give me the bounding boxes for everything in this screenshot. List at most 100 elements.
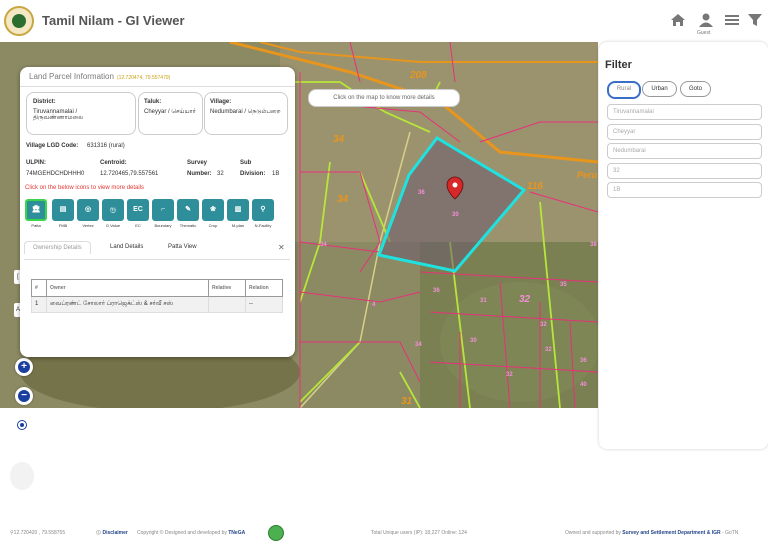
boundary-icon[interactable]: ⌐ <box>152 199 174 221</box>
lgd-label: Village LGD Code: <box>26 143 79 149</box>
vertex-icon[interactable]: ◎ <box>77 199 99 221</box>
goto-toggle[interactable]: Goto <box>680 81 711 97</box>
my-location-icon[interactable] <box>17 420 27 430</box>
map-hint: Click on the map to know more details <box>308 89 460 107</box>
table-header: Relative <box>208 279 246 297</box>
parcel-label: 36 <box>433 288 440 294</box>
survey-label: Survey <box>187 160 208 166</box>
road-label: 32 <box>519 294 531 305</box>
footer-disclaimer[interactable]: 🛈 Disclaimer <box>96 530 128 538</box>
parcel-label: 40 <box>580 382 587 388</box>
icon-caption: Boundary <box>154 223 172 228</box>
table-cell: வைப்ரண்ட் சோலார் ப்ராஜெக்ட்ஸ் & சர்வீ சஸ… <box>46 296 209 313</box>
road-label: 116 <box>527 181 543 192</box>
road-label: 34 <box>333 134 345 145</box>
tn-emblem-logo <box>4 6 34 36</box>
taluk-label: Taluk: <box>144 99 162 105</box>
table-cell <box>208 296 246 313</box>
crop-icon[interactable]: ❀ <box>202 199 224 221</box>
ulpin-label: ULPIN: <box>26 160 46 166</box>
app-title: Tamil Nilam - GI Viewer <box>42 13 185 28</box>
sub-division-label: Division: <box>240 171 266 177</box>
footer-stats: Total Unique users (IP): 18,227 Online: … <box>371 530 467 536</box>
filter-title: Filter <box>605 59 632 71</box>
patta-icon[interactable]: 🏛 <box>25 199 47 221</box>
icon-caption: N-Facility <box>254 223 272 228</box>
village-value: Nedumbarai / நெடும்பறை <box>210 109 281 115</box>
road-label: 208 <box>410 70 427 81</box>
fmb-icon[interactable]: ▤ <box>52 199 74 221</box>
watermark-emblem <box>10 462 34 490</box>
ulpin-value: 74MGEHDCHDHHH0 <box>26 171 85 177</box>
sub-value: 1B <box>272 171 280 177</box>
centroid-label: Centroid: <box>100 160 127 166</box>
parcel-label: 32 <box>540 322 547 328</box>
menu-icon[interactable] <box>724 12 740 28</box>
parcel-label: 30 <box>452 212 459 218</box>
icon-caption: Thematic <box>179 223 197 228</box>
filter-icon[interactable] <box>747 12 763 28</box>
urban-toggle[interactable]: Urban <box>642 81 677 97</box>
tab-ownership-details[interactable]: Ownership Details <box>24 241 91 254</box>
road-label: 31 <box>401 396 413 407</box>
app-header: Tamil Nilam - GI Viewer Guest <box>0 0 768 42</box>
thematic-icon[interactable]: ✎ <box>177 199 199 221</box>
footer-coords: ⚲12.720420 , 79.558755 <box>10 530 66 536</box>
table-header: Relation <box>245 279 283 297</box>
district-select[interactable]: Tiruvannamalai <box>607 104 762 120</box>
parcel-label: 34 <box>320 242 327 248</box>
icon-caption: EC <box>135 223 141 228</box>
survey-number-input[interactable]: 32 <box>607 163 762 179</box>
zoom-out-button[interactable]: − <box>15 387 33 405</box>
taluk-value: Cheyyar / செய்யார் <box>144 109 196 115</box>
rural-toggle[interactable]: Rural <box>607 81 641 99</box>
zoom-in-button[interactable]: + <box>15 358 33 376</box>
tab-patta-view[interactable]: Patta View <box>168 244 197 250</box>
land-parcel-panel: Land Parcel Information (12.720474, 79.55… <box>20 67 295 357</box>
ec-icon[interactable]: EC <box>127 199 149 221</box>
table-cell: -- <box>245 296 283 313</box>
icon-caption: Vertex <box>82 223 94 228</box>
guest-label: Guest <box>697 30 711 36</box>
close-icon[interactable]: ✕ <box>278 243 285 252</box>
table-header: # <box>31 279 47 297</box>
parcel-label: 32 <box>506 372 513 378</box>
survey-number-label: Number: <box>187 171 212 177</box>
icon-caption: G Value <box>105 223 121 228</box>
district-value: Tiruvannamalai / திருவண்ணாமலை <box>33 109 84 121</box>
detail-tabs: Ownership Details Land Details Patta Vie… <box>24 241 290 260</box>
tnega-logo <box>268 525 284 541</box>
footer-copyright: Copyright © Designed and developed by TN… <box>137 530 246 536</box>
tab-land-details[interactable]: Land Details <box>110 244 143 250</box>
icon-caption: FMB <box>58 223 68 228</box>
user-icon[interactable] <box>698 12 714 28</box>
panel-coords: (12.720474, 79.557479) <box>116 75 171 81</box>
sub-label: Sub <box>240 160 252 166</box>
parcel-label: 36 <box>418 190 425 196</box>
taluk-select[interactable]: Cheyyar <box>607 124 762 140</box>
village-select[interactable]: Nedumbarai <box>607 143 762 159</box>
m-plan-icon[interactable]: ▥ <box>227 199 249 221</box>
place-label: Peru <box>577 170 598 180</box>
parcel-label: 31 <box>480 298 487 304</box>
district-label: District: <box>33 99 56 105</box>
guideline-value-icon[interactable]: ரூ <box>102 199 124 221</box>
icon-caption: Patta <box>31 223 41 228</box>
parcel-label: 35 <box>560 282 567 288</box>
icons-note: Click on the below icons to view more de… <box>25 185 145 191</box>
icon-caption: Crop <box>208 223 218 228</box>
n-facility-icon[interactable]: ⚲ <box>252 199 274 221</box>
panel-title: Land Parcel Information (12.720474, 79.55… <box>29 72 171 81</box>
sub-division-input[interactable]: 1B <box>607 182 762 198</box>
survey-value: 32 <box>217 171 224 177</box>
table-header: Owner <box>46 279 209 297</box>
parcel-label: 32 <box>545 347 552 353</box>
home-icon[interactable] <box>670 12 686 28</box>
footer-owned: Owned and supported by Survey and Settle… <box>565 530 739 536</box>
parcel-label: 30 <box>470 338 477 344</box>
road-label: 34 <box>337 194 349 205</box>
lgd-value: 631316 (rural) <box>87 143 125 149</box>
table-row: 1 வைப்ரண்ட் சோலார் ப்ராஜெக்ட்ஸ் & சர்வீ … <box>31 296 283 313</box>
parcel-label: 4 <box>372 302 376 308</box>
centroid-value: 12.720465,79.557561 <box>100 171 159 177</box>
